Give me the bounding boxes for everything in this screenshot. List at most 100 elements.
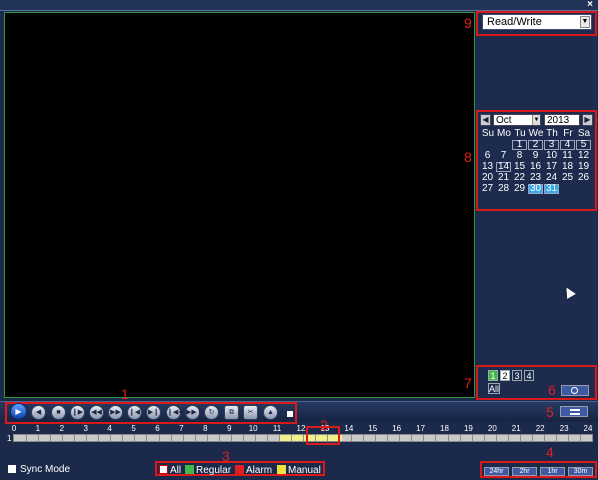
search-button[interactable] <box>561 385 589 396</box>
calendar-day[interactable]: 23 <box>528 173 543 183</box>
timeline-gridline <box>387 435 389 441</box>
reverse-play-icon[interactable]: ◀ <box>31 405 46 420</box>
year-field[interactable]: 2013 <box>544 114 580 126</box>
previous-frame-icon[interactable]: ❙◀ <box>127 405 142 420</box>
search-icon <box>571 387 578 394</box>
timeline-gridline <box>278 435 280 441</box>
calendar-day[interactable]: 15 <box>512 162 527 172</box>
pause-step-icon[interactable]: ❙▶ <box>70 405 85 420</box>
close-icon[interactable]: × <box>585 0 595 10</box>
zoom-1hr-button[interactable]: 1hr <box>540 467 565 476</box>
loop-icon[interactable]: ↻ <box>204 405 219 420</box>
calendar-day[interactable]: 22 <box>512 173 527 183</box>
legend-all[interactable]: All <box>159 465 181 476</box>
backup-button[interactable] <box>560 406 588 417</box>
checkbox-icon <box>277 465 286 474</box>
timeline-hour-tick: 6 <box>155 424 160 433</box>
prev-month-icon[interactable]: ◀ <box>480 114 491 126</box>
timeline-hour-labels: 0 1 2 3 4 5 6 7 8 9 10 11 12 13 14 15 16 17 18 19 20 21 22 23 24 <box>0 424 598 434</box>
calendar-day[interactable]: 6 <box>480 151 495 161</box>
play-icon[interactable]: ▶ <box>10 403 27 420</box>
calendar-day[interactable]: 25 <box>560 173 575 183</box>
calendar-day[interactable]: 1 <box>512 140 527 150</box>
zoom-2hr-button[interactable]: 2hr <box>512 467 537 476</box>
calendar-day[interactable]: 13 <box>480 162 495 172</box>
weekday-label: Su <box>481 128 495 139</box>
calendar-day[interactable]: 5 <box>576 140 591 150</box>
timeline-gridline <box>62 435 64 441</box>
legend-alarm-label: Alarm <box>246 465 273 476</box>
calendar-day[interactable]: 29 <box>512 184 527 194</box>
channel-1-button[interactable]: 1 <box>488 370 498 381</box>
calendar-day[interactable]: 26 <box>576 173 591 183</box>
calendar-day[interactable]: 18 <box>560 162 575 172</box>
channel-all-button[interactable]: All <box>488 383 500 394</box>
timeline-bar[interactable] <box>13 434 593 442</box>
calendar-day[interactable]: 7 <box>496 151 511 161</box>
calendar-day[interactable]: 17 <box>544 162 559 172</box>
calendar-day[interactable]: 28 <box>496 184 511 194</box>
rewind-icon[interactable]: ◀◀ <box>89 405 104 420</box>
calendar-day[interactable]: 12 <box>576 151 591 161</box>
timeline-gridline <box>471 435 473 441</box>
channel-3-button[interactable]: 3 <box>512 370 522 381</box>
timeline-gridline <box>519 435 521 441</box>
timeline-hour-tick: 7 <box>179 424 184 433</box>
calendar-day[interactable]: 20 <box>480 173 495 183</box>
fullscreen-icon[interactable]: ⧉ <box>224 405 239 420</box>
calendar-day[interactable]: 3 <box>544 140 559 150</box>
legend-alarm[interactable]: Alarm <box>235 465 272 476</box>
legend-manual[interactable]: Manual <box>277 465 321 476</box>
legend-regular-label: Regular <box>196 465 232 476</box>
title-bar: × <box>0 0 598 11</box>
timeline-hour-tick: 8 <box>203 424 208 433</box>
timeline-hour-tick: 9 <box>227 424 232 433</box>
calendar-day[interactable]: 16 <box>528 162 543 172</box>
mode-select-value: Read/Write <box>487 16 542 28</box>
next-frame-icon[interactable]: ▶❙ <box>146 405 161 420</box>
fast-forward-icon[interactable]: ▶▶ <box>108 405 123 420</box>
timeline-gridline <box>507 435 509 441</box>
stop-icon[interactable]: ■ <box>51 405 66 420</box>
timeline-hour-tick: 2 <box>59 424 65 433</box>
calendar-day[interactable]: 31 <box>544 184 559 194</box>
hide-panel-icon[interactable]: ▲ <box>263 405 278 420</box>
channel-4-button[interactable]: 4 <box>524 370 534 381</box>
zoom-24hr-button[interactable]: 24hr <box>484 467 509 476</box>
sync-mode-checkbox[interactable]: Sync Mode <box>8 465 70 475</box>
mode-select[interactable]: Read/Write ▼ <box>482 14 592 30</box>
calendar-day[interactable]: 4 <box>560 140 575 150</box>
calendar-grid: 1 2 3 4 5 6 7 8 9 10 11 12 13 14 15 16 17 18 19 20 21 22 23 24 2… <box>480 140 592 195</box>
timeline-gridline <box>579 435 581 441</box>
weekday-label: We <box>528 128 544 139</box>
calendar-day[interactable]: 14 <box>496 162 511 172</box>
previous-file-icon[interactable]: ❙◀◀ <box>166 405 184 420</box>
zoom-30m-button[interactable]: 30m <box>568 467 593 476</box>
timeline-gridline <box>290 435 292 441</box>
clip-icon[interactable]: ✂ <box>243 405 258 420</box>
next-month-icon[interactable]: ▶ <box>582 114 593 126</box>
month-select[interactable]: Oct ▼ <box>493 114 541 126</box>
calendar-day[interactable]: 27 <box>480 184 495 194</box>
calendar-day[interactable]: 21 <box>496 173 511 183</box>
timeline-hour-tick: 12 <box>296 424 306 433</box>
calendar-day[interactable]: 9 <box>528 151 543 161</box>
calendar-day[interactable]: 24 <box>544 173 559 183</box>
calendar-day[interactable]: 8 <box>512 151 527 161</box>
timeline-hour-tick: 16 <box>392 424 402 433</box>
calendar-day[interactable]: 19 <box>576 162 591 172</box>
channel-2-button[interactable]: 2 <box>500 370 510 381</box>
video-playback-area[interactable] <box>4 12 475 398</box>
callout-number-6: 6 <box>548 382 556 398</box>
calendar-day[interactable]: 10 <box>544 151 559 161</box>
calendar-week-row: 27 28 29 30 31 <box>480 184 592 195</box>
calendar-day[interactable]: 2 <box>528 140 543 150</box>
calendar-weekdays: Su Mo Tu We Th Fr Sa <box>480 128 592 139</box>
timeline-gridline <box>495 435 497 441</box>
calendar-day[interactable]: 30 <box>528 184 543 194</box>
next-file-icon[interactable]: ▶▶❙ <box>185 405 203 420</box>
calendar-day[interactable]: 11 <box>560 151 575 161</box>
legend-regular[interactable]: Regular <box>185 465 231 476</box>
calendar-header: ◀ Oct ▼ 2013 ▶ <box>480 114 594 128</box>
record-stop-icon[interactable] <box>287 411 293 417</box>
